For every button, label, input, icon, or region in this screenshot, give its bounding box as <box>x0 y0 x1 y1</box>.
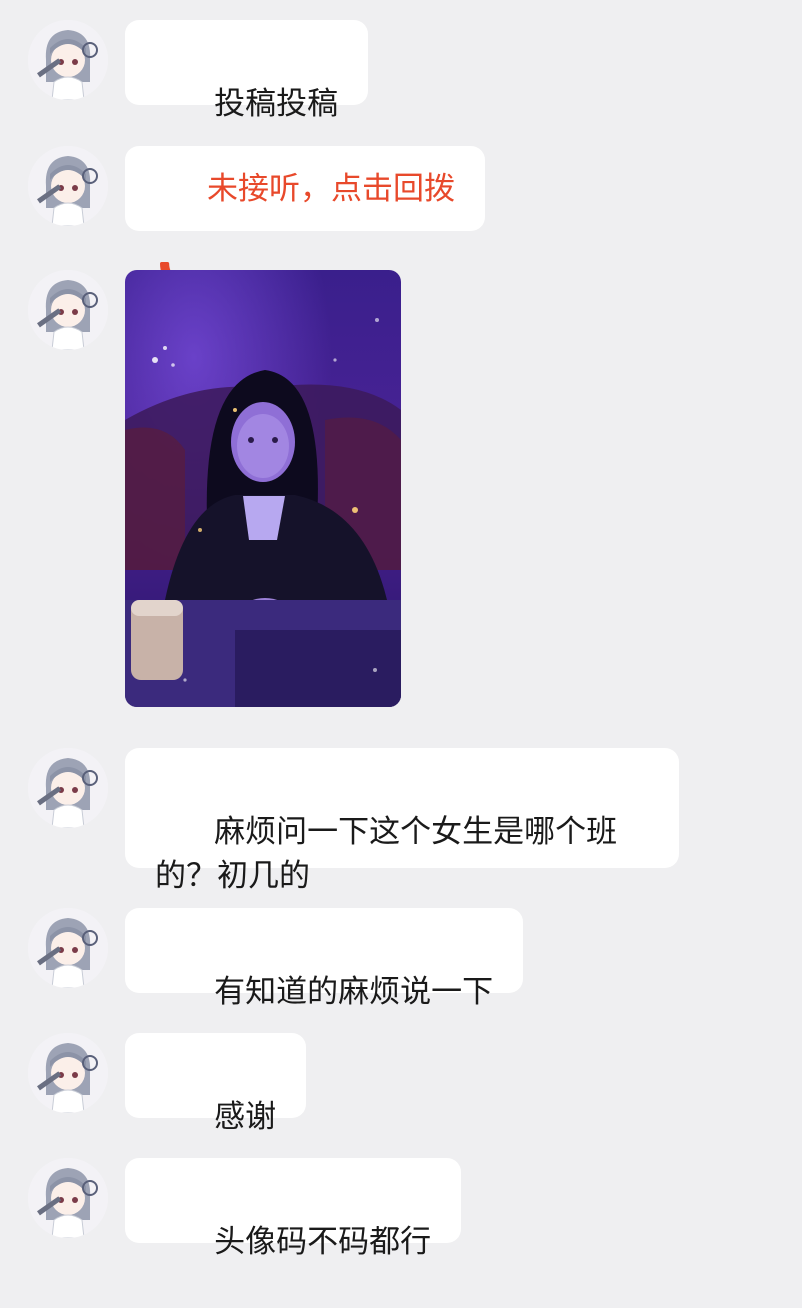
chat-message: 感谢 <box>0 1033 802 1135</box>
message-text: 麻烦问一下这个女生是哪个班 的？初几的 <box>155 814 618 894</box>
message-bubble[interactable]: 有知道的麻烦说一下 <box>125 908 524 1010</box>
sender-avatar[interactable] <box>28 1158 108 1238</box>
chat-message: 有知道的麻烦说一下 <box>0 908 802 1010</box>
message-bubble[interactable]: 感谢 <box>125 1033 307 1135</box>
message-bubble[interactable]: 投稿投稿 <box>125 20 369 122</box>
sender-avatar[interactable] <box>28 908 108 988</box>
sender-avatar[interactable] <box>28 1033 108 1113</box>
message-text: 头像码不码都行 <box>214 1224 432 1260</box>
chat-message: 未接听，点击回拨 <box>0 146 802 292</box>
chat-message-list[interactable]: 投稿投稿 未接听，点击回拨 麻烦问一下这个女生是哪个班 的？初几的 有知道的麻烦… <box>0 0 802 1280</box>
chat-message: 头像码不码都行 <box>0 1158 802 1260</box>
message-text: 投稿投稿 <box>214 86 339 122</box>
missed-call-bubble[interactable]: 未接听，点击回拨 <box>125 146 485 292</box>
chat-message: 投稿投稿 <box>0 20 802 122</box>
message-bubble[interactable]: 麻烦问一下这个女生是哪个班 的？初几的 <box>125 748 679 894</box>
message-photo[interactable] <box>125 270 401 707</box>
chat-message: 麻烦问一下这个女生是哪个班 的？初几的 <box>0 748 802 894</box>
sender-avatar[interactable] <box>28 20 108 100</box>
sender-avatar[interactable] <box>28 748 108 828</box>
missed-call-text: 未接听，点击回拨 <box>207 170 455 207</box>
phone-icon <box>155 169 195 292</box>
sender-avatar[interactable] <box>28 146 108 226</box>
sender-avatar[interactable] <box>28 270 108 350</box>
message-bubble[interactable]: 头像码不码都行 <box>125 1158 462 1260</box>
message-text: 有知道的麻烦说一下 <box>214 974 494 1010</box>
message-text: 感谢 <box>214 1099 277 1135</box>
chat-message <box>0 270 802 710</box>
